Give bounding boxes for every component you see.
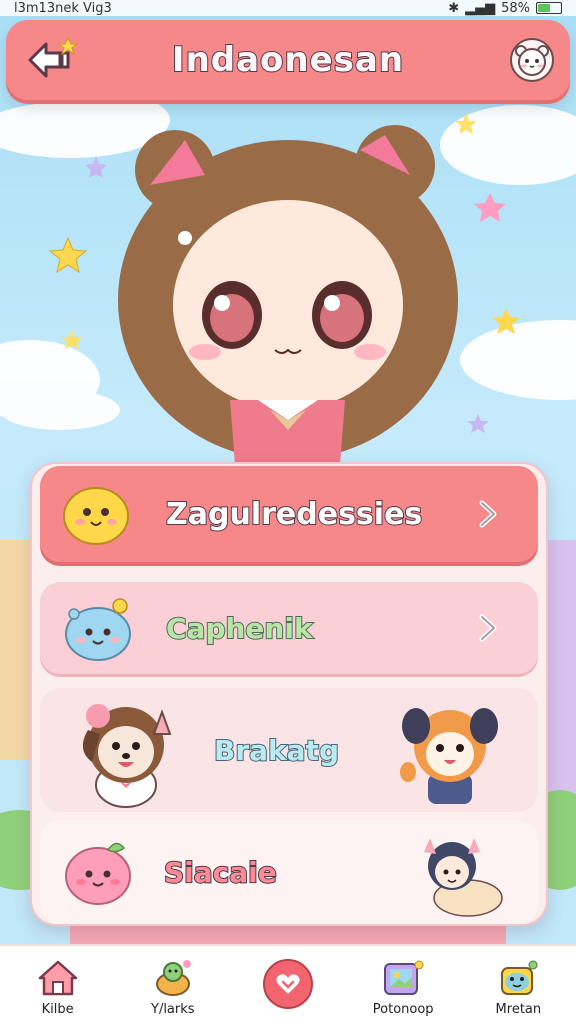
pink-blob-icon [65, 842, 131, 905]
nav-label: Mretan [495, 1002, 542, 1017]
turtle-icon [155, 960, 191, 996]
photo-icon [384, 960, 424, 995]
home-icon [38, 960, 77, 996]
heart-icon [262, 959, 313, 1009]
battery-percent: 58% [501, 0, 530, 16]
nav-item-home[interactable]: Kilbe [3, 946, 113, 1024]
dog-mascot-icon [400, 708, 498, 804]
nav-item-marks[interactable]: Y/larks [118, 946, 228, 1024]
status-right: ✱ ▂▄▆ 58% [448, 1, 562, 16]
bottom-nav: Kilbe Y/larks Potonoop Mretan [0, 944, 576, 1024]
menu-panel: Zagulredessies Caphenik Brakatg Siacaie [30, 462, 548, 926]
page-title: Indaonesan [171, 39, 405, 81]
menu-item-caphenik[interactable]: Caphenik [40, 582, 538, 674]
nav-label: Potonoop [372, 1002, 434, 1017]
status-left-text: l3m13nek Vig3 [14, 0, 112, 16]
signal-icon: ▂▄▆ [465, 0, 496, 16]
app-header: Indaonesan [6, 20, 570, 100]
menu-item-brakatg[interactable]: Brakatg [40, 688, 538, 812]
bluetooth-icon: ✱ [448, 0, 460, 16]
menu-item-siacaie[interactable]: Siacaie [40, 820, 538, 924]
menu-item-zagulredessies[interactable]: Zagulredessies [40, 466, 538, 562]
yellow-blob-icon [63, 487, 129, 545]
puppy-icon [82, 704, 172, 808]
menu-item-label: Caphenik [165, 611, 314, 646]
nav-item-photos[interactable]: Potonoop [348, 946, 458, 1024]
chevron-right-icon [479, 614, 497, 642]
chevron-right-icon [479, 500, 497, 528]
nav-item-mretan[interactable]: Mretan [463, 946, 573, 1024]
menu-item-label: Zagulredessies [165, 496, 423, 533]
nav-item-favorites[interactable] [233, 946, 343, 1024]
back-button[interactable] [24, 34, 80, 86]
nav-label: Y/larks [151, 1002, 195, 1017]
battery-icon [536, 2, 562, 14]
bear-face-icon [515, 45, 549, 76]
battery-fill [538, 4, 551, 12]
profile-button[interactable] [510, 38, 554, 82]
character-illustration [118, 125, 458, 465]
menu-item-label: Brakatg [213, 733, 340, 768]
back-arrow-icon [28, 36, 78, 78]
menu-item-label: Siacaie [163, 855, 278, 890]
frog-icon [501, 960, 538, 995]
status-bar: l3m13nek Vig3 ✱ ▂▄▆ 58% [0, 0, 576, 16]
cat-girl-mascot-icon [424, 838, 503, 917]
nav-label: Kilbe [41, 1002, 74, 1017]
blue-blob-icon [65, 598, 131, 661]
